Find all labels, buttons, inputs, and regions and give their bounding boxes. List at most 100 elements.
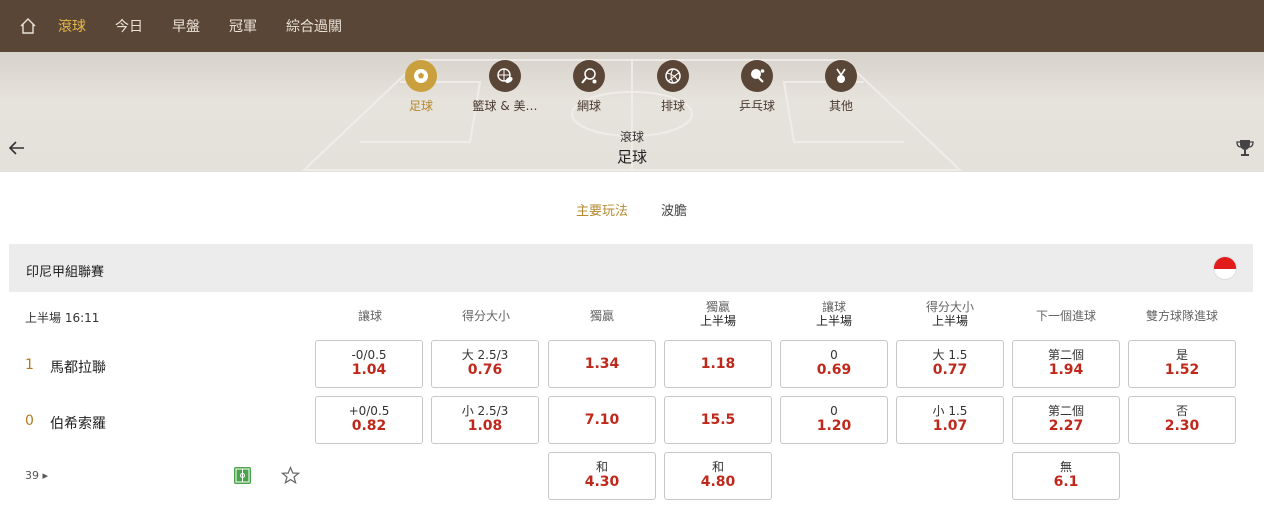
col-header-handicap: 讓球 [316, 300, 424, 323]
sport-label: 其他 [828, 99, 853, 113]
odds-value: 1.08 [467, 418, 503, 434]
odds-line: 大 2.5/3 [461, 348, 509, 362]
odds-line: 0 [830, 348, 838, 362]
sport-soccer[interactable]: 足球 [381, 60, 461, 114]
col-header-l1: 得分大小 [925, 300, 974, 314]
odds-value: 1.07 [932, 418, 968, 434]
live-stats-icon[interactable] [234, 467, 251, 484]
top-nav: 滾球 今日 早盤 冠軍 綜合過關 [0, 0, 1264, 52]
odds-value: 4.30 [584, 474, 620, 490]
page-title: 足球 [616, 148, 647, 166]
odds-button-draw-1h[interactable]: 和 4.80 [664, 452, 772, 500]
sport-label: 網球 [576, 99, 601, 113]
odds-button[interactable]: 15.5 [664, 396, 772, 444]
nav-outright[interactable]: 冠軍 [229, 16, 257, 36]
odds-value: 1.04 [351, 362, 387, 378]
league-name: 印尼甲組聯賽 [26, 265, 105, 280]
col-header-l2: 上半場 [815, 314, 852, 328]
col-header-l2: 上半場 [931, 314, 968, 328]
tab-correct-score[interactable]: 波膽 [661, 200, 687, 219]
nav-today[interactable]: 今日 [115, 16, 143, 36]
odds-button[interactable]: 小 1.5 1.07 [896, 396, 1004, 444]
col-header-next-goal: 下一個進球 [1012, 300, 1120, 323]
favorite-star-icon[interactable] [280, 465, 301, 485]
basketball-football-icon [489, 60, 521, 92]
away-team: 伯希索羅 [50, 416, 106, 432]
odds-button[interactable]: 第二個 1.94 [1012, 340, 1120, 388]
table-tennis-icon [741, 60, 773, 92]
odds-button[interactable]: 小 2.5/3 1.08 [431, 396, 539, 444]
odds-button[interactable]: 1.18 [664, 340, 772, 388]
odds-line: 第二個 [1047, 348, 1084, 362]
trophy-icon[interactable] [1236, 138, 1254, 158]
col-header-l1: 得分大小 [461, 309, 510, 323]
col-header-l2: 上半場 [699, 314, 736, 328]
odds-line: +0/0.5 [348, 404, 390, 418]
sport-label: 籃球 & 美… [472, 99, 538, 113]
sport-basketball-football[interactable]: 籃球 & 美… [465, 60, 545, 114]
odds-button[interactable]: 大 1.5 0.77 [896, 340, 1004, 388]
odds-value: 7.10 [584, 412, 620, 428]
col-header-l1: 讓球 [357, 309, 382, 323]
odds-button[interactable]: 否 2.30 [1128, 396, 1236, 444]
col-header-handicap-1h: 讓球 上半場 [780, 300, 888, 328]
col-header-over-under-1h: 得分大小 上半場 [896, 300, 1004, 328]
odds-button[interactable]: 0 1.20 [780, 396, 888, 444]
odds-button[interactable]: 第二個 2.27 [1012, 396, 1120, 444]
more-markets-link[interactable]: 39 ▸ [25, 469, 48, 482]
match-time: 上半場 16:11 [25, 311, 100, 325]
tennis-icon [573, 60, 605, 92]
odds-value: 0.77 [932, 362, 968, 378]
odds-value: 1.94 [1048, 362, 1084, 378]
odds-value: 6.1 [1053, 474, 1079, 490]
odds-button[interactable]: 1.34 [548, 340, 656, 388]
medal-icon [825, 60, 857, 92]
nav-parlay[interactable]: 綜合過關 [286, 16, 342, 36]
odds-line: 是 [1175, 348, 1188, 362]
col-header-l1: 雙方球隊進球 [1145, 309, 1218, 323]
back-arrow-icon[interactable] [6, 137, 28, 159]
odds-button[interactable]: -0/0.5 1.04 [315, 340, 423, 388]
odds-value: 4.80 [700, 474, 736, 490]
odds-line: 大 1.5 [932, 348, 968, 362]
odds-button-no-goal[interactable]: 無 6.1 [1012, 452, 1120, 500]
sport-label: 排球 [660, 99, 685, 113]
odds-value: 0.69 [816, 362, 852, 378]
odds-button[interactable]: 是 1.52 [1128, 340, 1236, 388]
col-header-1x2-1h: 獨贏 上半場 [664, 300, 772, 328]
odds-button[interactable]: 0 0.69 [780, 340, 888, 388]
sport-tennis[interactable]: 網球 [549, 60, 629, 114]
odds-button[interactable]: +0/0.5 0.82 [315, 396, 423, 444]
odds-button[interactable]: 大 2.5/3 0.76 [431, 340, 539, 388]
odds-line: 第二個 [1047, 404, 1084, 418]
odds-value: 1.52 [1164, 362, 1200, 378]
odds-button[interactable]: 7.10 [548, 396, 656, 444]
sport-label: 足球 [408, 99, 433, 113]
col-header-l1: 獨贏 [589, 309, 614, 323]
home-icon[interactable] [0, 0, 56, 52]
flag-red [1214, 257, 1236, 269]
odds-value: 15.5 [700, 412, 736, 428]
sport-volleyball[interactable]: 排球 [633, 60, 713, 114]
breadcrumb: 滾球 [619, 130, 644, 144]
col-header-both-score: 雙方球隊進球 [1128, 300, 1236, 323]
col-header-over-under: 得分大小 [432, 300, 540, 323]
away-score: 0 [25, 413, 34, 429]
tab-main-markets[interactable]: 主要玩法 [576, 200, 628, 219]
odds-value: 1.20 [816, 418, 852, 434]
nav-live[interactable]: 滾球 [58, 16, 86, 36]
sport-other[interactable]: 其他 [801, 60, 881, 114]
sport-table-tennis[interactable]: 乒乓球 [717, 60, 797, 114]
odds-value: 1.34 [584, 356, 620, 372]
volleyball-icon [657, 60, 689, 92]
league-header[interactable]: 印尼甲組聯賽 [9, 244, 1253, 292]
col-header-l1: 下一個進球 [1035, 309, 1096, 323]
nav-early[interactable]: 早盤 [172, 16, 200, 36]
soccer-icon [405, 60, 437, 92]
indonesia-flag-icon [1213, 256, 1237, 280]
odds-line: 0 [830, 404, 838, 418]
odds-value: 1.18 [700, 356, 736, 372]
odds-line: -0/0.5 [351, 348, 387, 362]
sport-label: 乒乓球 [738, 99, 775, 113]
odds-button-draw[interactable]: 和 4.30 [548, 452, 656, 500]
